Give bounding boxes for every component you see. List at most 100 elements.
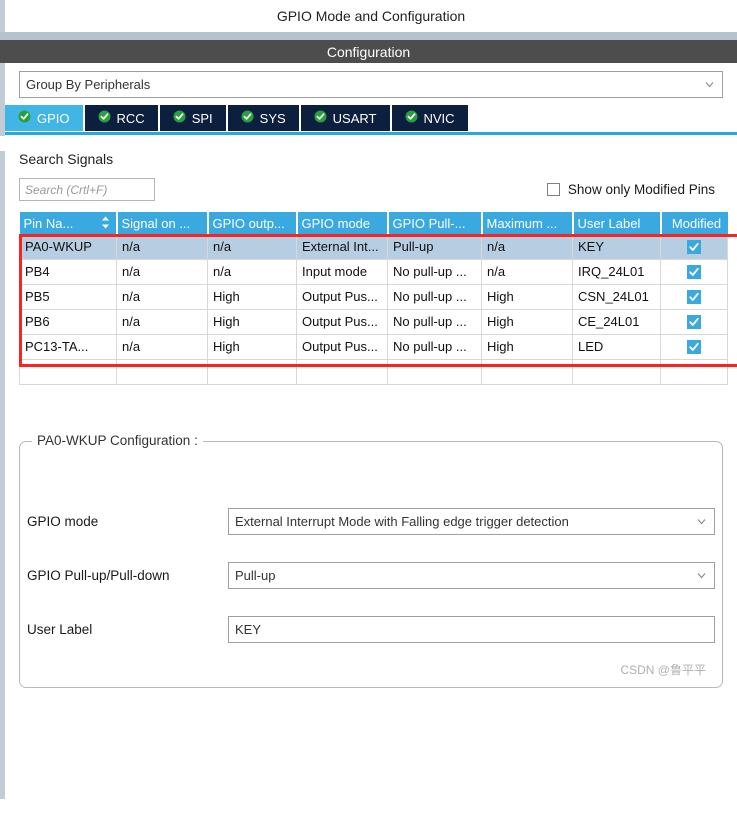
column-header-1[interactable]: Signal on ...	[116, 212, 209, 234]
cell-output[interactable]: n/a	[207, 259, 297, 285]
tab-label: NVIC	[423, 110, 455, 126]
cell-pull[interactable]: No pull-up ...	[387, 259, 482, 285]
cell-mode[interactable]: External Int...	[296, 234, 388, 260]
cell-pin[interactable]: PB4	[19, 259, 117, 285]
tab-label: SYS	[259, 110, 286, 126]
checkbox-box-icon	[546, 183, 560, 196]
cell-signal[interactable]: n/a	[116, 259, 208, 285]
sort-arrows-icon[interactable]	[101, 216, 110, 229]
cell-output[interactable]: High	[207, 309, 297, 335]
tab-nvic[interactable]: NVIC	[391, 105, 470, 131]
cell-pin[interactable]: PC13-TA...	[19, 334, 117, 360]
tab-usart[interactable]: USART	[300, 105, 392, 131]
cell-pull[interactable]: No pull-up ...	[387, 284, 482, 310]
show-only-modified-pins-checkbox[interactable]: Show only Modified Pins	[546, 182, 715, 197]
cell-mode[interactable]: Output Pus...	[296, 309, 388, 335]
column-header-label: Modified	[671, 215, 722, 231]
green-check-icon	[98, 110, 111, 126]
config-field-wrapper: External Interrupt Mode with Falling edg…	[228, 508, 715, 535]
config-select-0[interactable]: External Interrupt Mode with Falling edg…	[228, 508, 715, 535]
tab-sys[interactable]: SYS	[227, 105, 301, 131]
cell-modified[interactable]	[660, 234, 728, 260]
green-check-icon	[173, 110, 186, 126]
cell-signal[interactable]: n/a	[116, 234, 208, 260]
cell-modified[interactable]	[660, 284, 728, 310]
cell-mode[interactable]: Output Pus...	[296, 334, 388, 360]
table-row[interactable]: PB4 n/a n/a Input mode No pull-up ... n/a IRQ_…	[19, 259, 728, 285]
column-header-0[interactable]: Pin Na...	[19, 212, 118, 234]
cell-pin[interactable]: PA0-WKUP	[19, 234, 117, 260]
column-header-3[interactable]: GPIO mode	[296, 212, 389, 234]
cell-signal[interactable]: n/a	[116, 309, 208, 335]
modified-checkbox[interactable]	[687, 315, 701, 330]
table-row[interactable]: PA0-WKUP n/a n/a External Int... Pull-up n/a K…	[19, 234, 728, 260]
column-header-6[interactable]: User Label	[572, 212, 662, 234]
config-select-value: External Interrupt Mode with Falling edg…	[235, 514, 569, 529]
config-select-1[interactable]: Pull-up	[228, 562, 715, 589]
green-check-icon	[405, 110, 418, 126]
tab-rcc[interactable]: RCC	[84, 105, 160, 131]
table-row[interactable]: PB6 n/a High Output Pus... No pull-up ... Hig…	[19, 309, 728, 335]
tab-label: GPIO	[37, 110, 70, 126]
cell-user-label[interactable]: CSN_24L01	[572, 284, 661, 310]
cell-modified[interactable]	[660, 309, 728, 335]
group-by-container: Group By Peripherals	[0, 63, 737, 105]
modified-checkbox[interactable]	[687, 290, 701, 305]
cell-modified[interactable]	[660, 259, 728, 285]
table-header-row: Pin Na... Signal on ... GPIO outp... GPIO m…	[19, 212, 728, 234]
table-row[interactable]: PC13-TA... n/a High Output Pus... No pull-up…	[19, 334, 728, 360]
cell-modified[interactable]	[660, 334, 728, 360]
table-row[interactable]: PB5 n/a High Output Pus... No pull-up ... Hig…	[19, 284, 728, 310]
page-title: GPIO Mode and Configuration	[276, 8, 466, 24]
green-check-icon	[314, 110, 327, 126]
config-field-label: GPIO Pull-up/Pull-down	[27, 568, 170, 583]
tab-gpio[interactable]: GPIO	[5, 105, 85, 131]
cell-mode[interactable]: Output Pus...	[296, 284, 388, 310]
pin-configuration-group: PA0-WKUP Configuration : GPIO mode Extern…	[19, 433, 723, 688]
cell-pull[interactable]: No pull-up ...	[387, 334, 482, 360]
cell-user-label[interactable]: CE_24L01	[572, 309, 661, 335]
cell-pull[interactable]: Pull-up	[387, 234, 482, 260]
tab-spi[interactable]: SPI	[159, 105, 228, 131]
modified-checkbox[interactable]	[687, 265, 701, 280]
cell-maximum[interactable]: High	[481, 284, 573, 310]
search-signals-label: Search Signals	[19, 151, 114, 167]
column-header-label: GPIO outp...	[212, 215, 285, 231]
column-header-label: Maximum ...	[486, 215, 558, 231]
column-header-2[interactable]: GPIO outp...	[207, 212, 298, 234]
cell-signal[interactable]: n/a	[116, 334, 208, 360]
group-by-select[interactable]: Group By Peripherals	[19, 71, 723, 98]
column-header-4[interactable]: GPIO Pull-...	[387, 212, 483, 234]
cell-maximum[interactable]: High	[481, 334, 573, 360]
cell-maximum[interactable]: High	[481, 309, 573, 335]
cell-user-label[interactable]: KEY	[572, 234, 661, 260]
modified-checkbox[interactable]	[687, 240, 701, 255]
cell-pin[interactable]: PB6	[19, 309, 117, 335]
cell-maximum[interactable]: n/a	[481, 234, 573, 260]
table-empty-row	[19, 359, 728, 385]
pin-table: Pin Na... Signal on ... GPIO outp... GPIO m…	[19, 212, 728, 385]
column-header-5[interactable]: Maximum ...	[481, 212, 574, 234]
user-label-input[interactable]: KEY	[228, 616, 715, 643]
cell-pull[interactable]: No pull-up ...	[387, 309, 482, 335]
cell-signal[interactable]: n/a	[116, 284, 208, 310]
cell-pin[interactable]: PB5	[19, 284, 117, 310]
cell-output[interactable]: High	[207, 334, 297, 360]
cell-maximum[interactable]: n/a	[481, 259, 573, 285]
green-check-icon	[18, 110, 31, 126]
config-field-wrapper: KEY	[228, 616, 715, 643]
column-header-7[interactable]: Modified	[660, 212, 728, 234]
configuration-header-label: Configuration	[326, 43, 411, 60]
peripheral-tab-bar[interactable]: GPIO RCC SPI SYS USART NVIC	[0, 105, 737, 131]
pin-table-container: Pin Na... Signal on ... GPIO outp... GPIO m…	[19, 212, 737, 385]
cell-user-label[interactable]: IRQ_24L01	[572, 259, 661, 285]
cell-output[interactable]: High	[207, 284, 297, 310]
cell-user-label[interactable]: LED	[572, 334, 661, 360]
search-input[interactable]	[19, 178, 155, 201]
config-row: GPIO Pull-up/Pull-down Pull-up	[20, 562, 722, 589]
group-by-value: Group By Peripherals	[26, 77, 151, 92]
column-header-label: Signal on ...	[121, 215, 191, 231]
cell-mode[interactable]: Input mode	[296, 259, 388, 285]
modified-checkbox[interactable]	[687, 340, 701, 355]
cell-output[interactable]: n/a	[207, 234, 297, 260]
